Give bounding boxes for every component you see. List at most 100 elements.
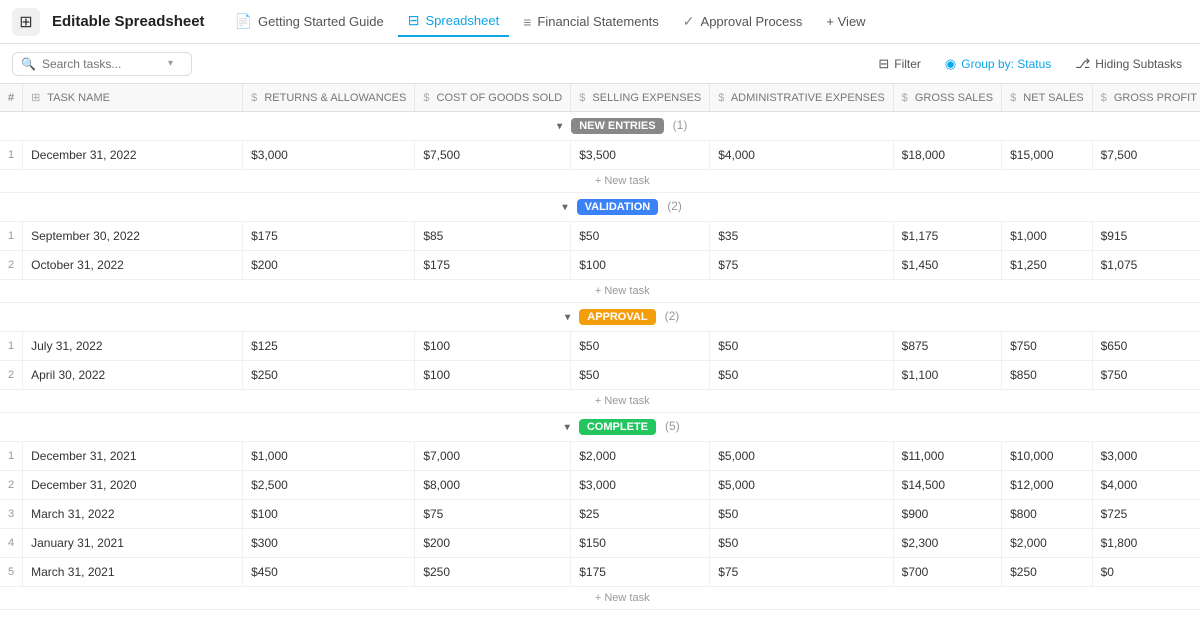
filter-button[interactable]: ⊟ Filter — [872, 52, 927, 76]
table-row[interactable]: 3 March 31, 2022 $100 $75 $25 $50 $900 $… — [0, 500, 1200, 529]
row-net-sales: $750 — [1002, 332, 1093, 361]
row-task-name[interactable]: March 31, 2021 — [23, 558, 243, 587]
row-gross-sales: $900 — [893, 500, 1001, 529]
collapse-icon[interactable]: ▾ — [557, 121, 562, 132]
row-gross-sales: $700 — [893, 558, 1001, 587]
row-net-sales: $1,000 — [1002, 222, 1093, 251]
row-returns: $200 — [243, 251, 415, 280]
table-wrap: # ⊞ TASK NAME $ RETURNS & ALLOWANCES $ C… — [0, 84, 1200, 622]
table-row[interactable]: 4 January 31, 2021 $300 $200 $150 $50 $2… — [0, 529, 1200, 558]
row-net-sales: $250 — [1002, 558, 1093, 587]
row-admin: $4,000 — [710, 141, 893, 170]
status-badge-new-entries: NEW ENTRIES — [571, 118, 663, 134]
col-net-sales: $ NET SALES — [1002, 84, 1093, 112]
collapse-icon[interactable]: ▾ — [565, 312, 570, 323]
row-num: 1 — [0, 141, 23, 170]
group-icon: ◉ — [945, 56, 956, 72]
row-net-sales: $850 — [1002, 361, 1093, 390]
spreadsheet-table: # ⊞ TASK NAME $ RETURNS & ALLOWANCES $ C… — [0, 84, 1200, 610]
row-cogs: $200 — [415, 529, 571, 558]
row-num: 3 — [0, 500, 23, 529]
row-cogs: $250 — [415, 558, 571, 587]
col-gross-sales: $ GROSS SALES — [893, 84, 1001, 112]
collapse-icon[interactable]: ▾ — [565, 422, 570, 433]
row-selling: $150 — [571, 529, 710, 558]
row-gross-profit: $750 — [1092, 361, 1200, 390]
status-badge-validation: VALIDATION — [577, 199, 659, 215]
dollar-icon-net-sales: $ — [1010, 92, 1016, 104]
group-by-button[interactable]: ◉ Group by: Status — [939, 52, 1057, 76]
col-gross-profit: $ GROSS PROFIT (LOSS) — [1092, 84, 1200, 112]
row-gross-profit: $7,500 — [1092, 141, 1200, 170]
table-row[interactable]: 2 December 31, 2020 $2,500 $8,000 $3,000… — [0, 471, 1200, 500]
row-admin: $75 — [710, 558, 893, 587]
row-admin: $75 — [710, 251, 893, 280]
row-cogs: $175 — [415, 251, 571, 280]
collapse-icon[interactable]: ▾ — [563, 202, 568, 213]
row-selling: $50 — [571, 332, 710, 361]
row-selling: $25 — [571, 500, 710, 529]
col-cogs: $ COST OF GOODS SOLD — [415, 84, 571, 112]
new-task-row-approval[interactable]: + New task — [0, 390, 1200, 413]
new-task-row-complete[interactable]: + New task — [0, 587, 1200, 610]
group-count-complete: (5) — [665, 419, 680, 433]
column-headers: # ⊞ TASK NAME $ RETURNS & ALLOWANCES $ C… — [0, 84, 1200, 112]
dollar-icon-returns: $ — [251, 92, 257, 104]
row-admin: $50 — [710, 529, 893, 558]
new-task-row-validation[interactable]: + New task — [0, 280, 1200, 303]
tab-getting-started[interactable]: 📄 Getting Started Guide — [225, 7, 394, 36]
row-admin: $5,000 — [710, 471, 893, 500]
row-num: 1 — [0, 442, 23, 471]
row-task-name[interactable]: December 31, 2021 — [23, 442, 243, 471]
status-badge-approval: APPROVAL — [579, 309, 655, 325]
row-task-name[interactable]: December 31, 2022 — [23, 141, 243, 170]
row-gross-profit: $4,000 — [1092, 471, 1200, 500]
table-row[interactable]: 1 December 31, 2021 $1,000 $7,000 $2,000… — [0, 442, 1200, 471]
tab-approval-process[interactable]: ✓ Approval Process — [673, 7, 813, 36]
search-input[interactable] — [42, 57, 162, 71]
filter-icon: ⊟ — [878, 56, 889, 72]
row-selling: $175 — [571, 558, 710, 587]
table-row[interactable]: 2 October 31, 2022 $200 $175 $100 $75 $1… — [0, 251, 1200, 280]
row-task-name[interactable]: January 31, 2021 — [23, 529, 243, 558]
row-num: 1 — [0, 332, 23, 361]
table-row[interactable]: 1 September 30, 2022 $175 $85 $50 $35 $1… — [0, 222, 1200, 251]
search-wrap[interactable]: 🔍 ▾ — [12, 52, 192, 76]
row-net-sales: $2,000 — [1002, 529, 1093, 558]
row-admin: $50 — [710, 500, 893, 529]
app-logo[interactable]: ⊞ — [12, 8, 40, 36]
toolbar: 🔍 ▾ ⊟ Filter ◉ Group by: Status ⎇ Hiding… — [0, 44, 1200, 84]
row-task-name[interactable]: October 31, 2022 — [23, 251, 243, 280]
tab-spreadsheet[interactable]: ⊟ Spreadsheet — [398, 6, 509, 37]
group-header-new-entries: ▾ NEW ENTRIES (1) — [0, 112, 1200, 141]
row-gross-profit: $915 — [1092, 222, 1200, 251]
table-row[interactable]: 1 December 31, 2022 $3,000 $7,500 $3,500… — [0, 141, 1200, 170]
row-gross-sales: $18,000 — [893, 141, 1001, 170]
search-icon: 🔍 — [21, 57, 36, 71]
row-task-name[interactable]: December 31, 2020 — [23, 471, 243, 500]
table-row[interactable]: 2 April 30, 2022 $250 $100 $50 $50 $1,10… — [0, 361, 1200, 390]
table-row[interactable]: 5 March 31, 2021 $450 $250 $175 $75 $700… — [0, 558, 1200, 587]
row-admin: $35 — [710, 222, 893, 251]
row-returns: $175 — [243, 222, 415, 251]
group-count-approval: (2) — [665, 309, 680, 323]
table-row[interactable]: 1 July 31, 2022 $125 $100 $50 $50 $875 $… — [0, 332, 1200, 361]
row-num: 2 — [0, 471, 23, 500]
row-task-name[interactable]: March 31, 2022 — [23, 500, 243, 529]
row-task-name[interactable]: April 30, 2022 — [23, 361, 243, 390]
row-gross-sales: $1,175 — [893, 222, 1001, 251]
add-view-button[interactable]: + View — [816, 8, 875, 35]
hiding-subtasks-button[interactable]: ⎇ Hiding Subtasks — [1069, 52, 1188, 76]
chevron-down-icon: ▾ — [168, 58, 173, 69]
row-selling: $2,000 — [571, 442, 710, 471]
row-cogs: $85 — [415, 222, 571, 251]
row-task-name[interactable]: September 30, 2022 — [23, 222, 243, 251]
dollar-icon-admin: $ — [718, 92, 724, 104]
row-gross-sales: $14,500 — [893, 471, 1001, 500]
group-header-approval: ▾ APPROVAL (2) — [0, 303, 1200, 332]
row-net-sales: $800 — [1002, 500, 1093, 529]
row-task-name[interactable]: July 31, 2022 — [23, 332, 243, 361]
page-icon: 📄 — [235, 13, 252, 30]
tab-financial-statements[interactable]: ≡ Financial Statements — [513, 8, 669, 36]
new-task-row-new-entries[interactable]: + New task — [0, 170, 1200, 193]
